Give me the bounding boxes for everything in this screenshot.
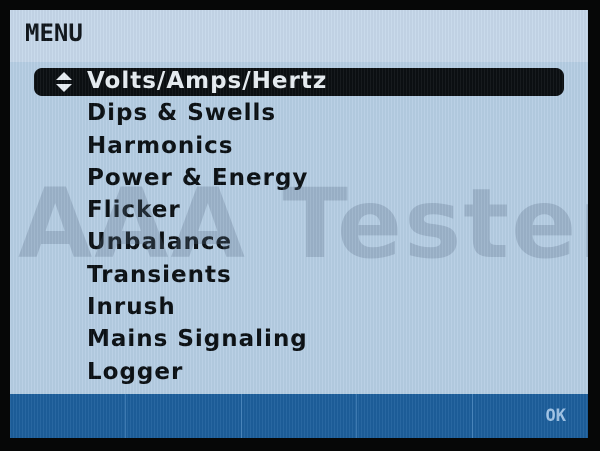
menu-item-harmonics[interactable]: Harmonics — [10, 132, 588, 164]
menu-item-logger[interactable]: Logger — [10, 358, 588, 390]
softkey-f2[interactable] — [126, 394, 242, 438]
menu-item-label: Harmonics — [87, 132, 234, 159]
up-down-arrows-icon — [56, 72, 72, 92]
instrument-screen: MENU Volts/Amps/Hertz Dips & Swells Harm… — [10, 10, 588, 438]
menu-item-inrush[interactable]: Inrush — [10, 293, 588, 325]
menu-item-transients[interactable]: Transients — [10, 261, 588, 293]
menu-item-label: Flicker — [87, 197, 181, 224]
title-bar: MENU — [10, 10, 588, 62]
menu-item-mains-signaling[interactable]: Mains Signaling — [10, 325, 588, 357]
menu-item-label: Logger — [87, 358, 184, 385]
menu-item-label: Mains Signaling — [87, 326, 308, 353]
menu-item-label: Transients — [87, 261, 232, 288]
softkey-f4[interactable] — [357, 394, 474, 438]
softkey-f1[interactable] — [10, 394, 126, 438]
menu-item-label: Unbalance — [87, 229, 233, 256]
menu-area: Volts/Amps/Hertz Dips & Swells Harmonics… — [10, 62, 588, 392]
menu-item-label: Volts/Amps/Hertz — [87, 68, 328, 94]
ok-label: OK — [545, 406, 566, 426]
menu-item-label: Dips & Swells — [87, 100, 277, 127]
menu-item-power-energy[interactable]: Power & Energy — [10, 164, 588, 196]
softkey-bar: OK — [10, 394, 588, 438]
menu-list: Volts/Amps/Hertz Dips & Swells Harmonics… — [10, 67, 588, 390]
softkey-f3[interactable] — [242, 394, 358, 438]
menu-item-dips-swells[interactable]: Dips & Swells — [10, 99, 588, 131]
menu-item-flicker[interactable]: Flicker — [10, 196, 588, 228]
menu-item-label: Inrush — [87, 294, 176, 321]
ok-softkey-button[interactable]: OK — [473, 394, 588, 438]
menu-item-unbalance[interactable]: Unbalance — [10, 228, 588, 260]
page-title: MENU — [25, 19, 83, 47]
menu-item-label: Power & Energy — [87, 164, 309, 191]
menu-item-volts-amps-hertz[interactable]: Volts/Amps/Hertz — [10, 67, 588, 99]
